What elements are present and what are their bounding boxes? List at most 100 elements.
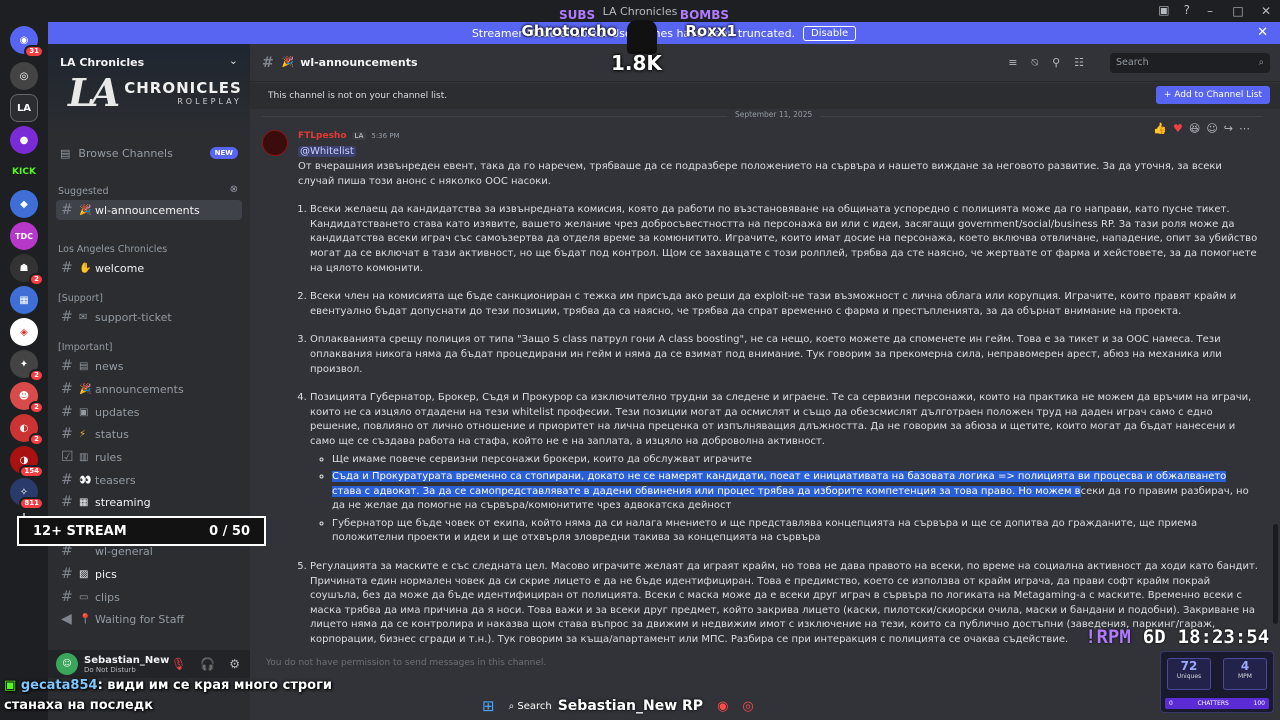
scrollbar[interactable] <box>1273 524 1278 624</box>
close-icon[interactable]: ✕ <box>1257 25 1268 40</box>
close-window-icon[interactable]: ✕ <box>1252 0 1280 22</box>
search-input[interactable]: Search ⌕ <box>1110 53 1270 73</box>
hash-icon: # <box>61 494 73 510</box>
notification-bell-icon[interactable]: ⍉ <box>1031 56 1038 70</box>
channel-teasers[interactable]: # 👀 teasers <box>56 470 242 490</box>
channel-wl-announcements[interactable]: # 🎉 wl-announcements <box>56 200 242 220</box>
channel-support-ticket[interactable]: # ✉ support-ticket <box>56 307 242 327</box>
titlebar-icons: ▣ ? <box>1158 3 1190 17</box>
server-icon[interactable]: ◑ 154 <box>10 446 44 478</box>
message-author[interactable]: FTLpesho <box>298 131 347 141</box>
server-icon[interactable]: ● <box>10 126 38 154</box>
date-label: September 11, 2025 <box>727 110 821 119</box>
emoji-add-icon[interactable]: ☺ <box>1206 122 1217 135</box>
dismiss-icon[interactable]: ⊗ <box>230 184 238 195</box>
channel-label: announcements <box>95 382 184 396</box>
search-icon: ⌕ <box>1258 57 1264 68</box>
user-info[interactable]: Sebastian_New Do Not Disturb <box>84 655 169 674</box>
hash-icon: # <box>61 260 73 276</box>
username: Sebastian_New <box>84 654 170 666</box>
lightning-icon: ⚡ <box>79 428 87 440</box>
pin-icon[interactable]: ⚲ <box>1052 56 1060 70</box>
category-support[interactable]: [Support] <box>58 293 103 304</box>
channel-label: welcome <box>95 261 145 275</box>
chat-message-line: станаха на последк <box>4 698 154 713</box>
hash-icon: # <box>262 54 274 71</box>
threads-icon[interactable]: ≡ <box>1008 56 1017 70</box>
category-los-angeles[interactable]: Los Angeles Chronicles <box>58 244 167 255</box>
app-icon[interactable]: ◎ <box>742 699 753 714</box>
server-icon-la[interactable]: LA <box>10 94 38 122</box>
disable-button[interactable]: Disable <box>803 25 857 41</box>
server-icon[interactable]: ☻ 2 <box>10 382 44 414</box>
hash-icon: # <box>61 472 73 488</box>
channel-rules[interactable]: ☑ ▥ rules <box>56 447 242 467</box>
notification-badge: 154 <box>19 465 44 478</box>
list-item-text: Позицията Губернатор, Брокер, Съдя и Про… <box>310 392 1252 447</box>
server-tag[interactable]: LA <box>351 132 367 140</box>
channel-label: rules <box>95 450 123 464</box>
more-icon[interactable]: ⋯ <box>1239 122 1250 135</box>
film-icon: ▭ <box>79 591 89 603</box>
gear-icon[interactable]: ⚙ <box>229 657 240 671</box>
maximize-icon[interactable]: □ <box>1224 0 1252 22</box>
ticket-icon: ✉ <box>79 311 88 323</box>
channel-label: pics <box>95 567 117 581</box>
avatar[interactable]: ☺ <box>56 653 78 675</box>
mpm-label: MPM <box>1238 673 1252 680</box>
channel-streaming[interactable]: # ▦ streaming <box>56 492 242 512</box>
hash-icon: ☑ <box>61 449 74 465</box>
taskbar-search[interactable]: ⌕ Search <box>509 701 552 712</box>
channel-updates[interactable]: # ▣ updates <box>56 402 242 422</box>
chevron-down-icon[interactable]: ⌄ <box>229 54 238 67</box>
channel-label: wl-general <box>95 544 153 558</box>
avatar[interactable] <box>262 130 288 156</box>
new-badge: NEW <box>209 147 238 159</box>
server-icon[interactable]: ▦ <box>10 286 38 314</box>
mic-muted-icon[interactable]: 🎙 <box>171 657 186 671</box>
server-name: LA Chronicles <box>60 56 145 69</box>
server-icon[interactable]: ☗ 2 <box>10 254 44 286</box>
laugh-icon[interactable]: 😆 <box>1189 122 1200 135</box>
members-icon[interactable]: ☷ <box>1074 56 1084 70</box>
category-important[interactable]: [Important] <box>58 342 113 353</box>
server-icon-tdc[interactable]: TDC <box>10 222 38 250</box>
server-icon[interactable]: ✦ 2 <box>10 350 44 382</box>
browse-channels[interactable]: ▤ Browse Channels NEW <box>48 142 250 164</box>
windows-start-icon[interactable]: ⊞ <box>482 697 495 715</box>
sub-count: 1.8K <box>611 51 662 75</box>
channel-pics[interactable]: # ▨ pics <box>56 564 242 584</box>
thumbs-up-icon[interactable]: 👍 <box>1153 122 1167 135</box>
help-icon[interactable]: ? <box>1184 3 1190 17</box>
server-icon[interactable]: ✧ 811 <box>10 478 44 510</box>
server-icon-kick[interactable]: KICK <box>10 158 38 186</box>
channel-status[interactable]: # ⚡ status <box>56 424 242 444</box>
channel-announcements[interactable]: # 🎉 announcements <box>56 379 242 399</box>
list-item: Всеки член на комисията ще бъде санкцион… <box>310 290 1258 319</box>
channel-news[interactable]: # ▤ news <box>56 356 242 376</box>
channel-waiting-for-staff[interactable]: ◀ 📍 Waiting for Staff <box>56 609 242 629</box>
server-list: ◉ 31 ◎ LA ● KICK ◆ TDC ☗ 2 ▦ ◈ ✦ 2 ☻ 2 ◐ 2 ◑ 1… <box>0 22 48 720</box>
role-mention[interactable]: @Whitelist <box>298 146 356 157</box>
heart-icon[interactable]: ♥ <box>1173 122 1183 135</box>
server-icon[interactable]: ◐ 2 <box>10 414 44 446</box>
inbox-icon[interactable]: ▣ <box>1158 3 1169 17</box>
server-icon[interactable]: ◆ <box>10 190 38 218</box>
top-sub-name: Ghrotorcho <box>521 22 617 40</box>
hash-icon: # <box>61 381 73 397</box>
channel-clips[interactable]: # ▭ clips <box>56 587 242 607</box>
discord-home-icon[interactable]: ◉ 31 <box>10 26 44 58</box>
user-panel: ☺ Sebastian_New Do Not Disturb 🎙 🎧 ⚙ <box>48 650 250 678</box>
minimize-icon[interactable]: – <box>1196 0 1224 22</box>
app-icon[interactable]: ◉ <box>717 699 728 714</box>
add-to-channel-list-button[interactable]: + Add to Channel List <box>1155 86 1270 104</box>
window-controls: – □ ✕ <box>1196 0 1280 22</box>
reply-icon[interactable]: ↪ <box>1224 122 1233 135</box>
category-suggested[interactable]: Suggested <box>58 186 109 197</box>
server-header[interactable]: LA Chronicles ⌄ LA CHRONICLES ROLEPLAY <box>48 44 250 134</box>
server-icon[interactable]: ◎ <box>10 62 38 90</box>
book-icon: ▥ <box>79 451 89 463</box>
channel-welcome[interactable]: # ✋ welcome <box>56 258 242 278</box>
headphones-icon[interactable]: 🎧 <box>200 657 215 671</box>
server-icon[interactable]: ◈ <box>10 318 38 346</box>
